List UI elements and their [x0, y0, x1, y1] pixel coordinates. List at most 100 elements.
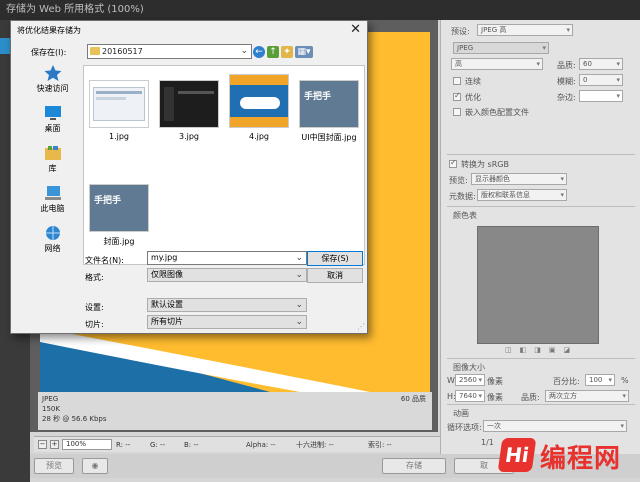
star-icon — [44, 65, 61, 81]
embed-profile-checkbox[interactable] — [453, 108, 461, 116]
loop-label: 循环选项: — [447, 423, 482, 432]
readout-g: G: -- — [150, 441, 166, 449]
readout-hex: 十六进制: -- — [296, 441, 334, 449]
animation-title: 动画 — [453, 409, 469, 418]
globe-icon: ◉ — [91, 461, 99, 470]
place-quick-access[interactable]: 快速访问 — [25, 65, 80, 103]
zoom-in-button[interactable]: + — [50, 440, 59, 449]
format-label: 格式: — [85, 273, 104, 282]
dialog-title: 将优化结果存储为 — [17, 26, 81, 35]
computer-icon — [44, 186, 61, 200]
quality-label: 品质: — [557, 61, 576, 70]
file-list: 1.jpg 3.jpg 4.jpg 手把手 UI中国封面.jpg 手把手 封面.… — [83, 65, 365, 265]
file-item[interactable]: 3.jpg — [156, 80, 222, 141]
places-bar: 快速访问 桌面 库 此电脑 网络 — [25, 65, 80, 261]
metadata-select[interactable]: 版权和联系信息 — [477, 189, 567, 201]
preview-mode-label: 预览: — [449, 176, 468, 185]
file-thumbnail — [89, 80, 149, 128]
color-table-title: 颜色表 — [453, 211, 477, 220]
quality-level-select[interactable]: 高 — [451, 58, 543, 70]
matte-select[interactable] — [579, 90, 623, 102]
loop-select[interactable]: 一次 — [483, 420, 627, 432]
file-thumbnail — [229, 74, 289, 128]
network-icon — [45, 226, 60, 240]
preview-mode-select[interactable]: 显示器颜色 — [471, 173, 567, 185]
file-item[interactable]: 手把手 封面.jpg — [86, 184, 152, 247]
cancel-button[interactable]: 取消 — [307, 268, 363, 283]
info-time: 28 秒 @ 56.6 Kbps — [42, 415, 107, 423]
folder-name: 20160517 — [102, 47, 143, 56]
status-bar: − + 100% R: -- G: -- B: -- Alpha: -- 十六进… — [34, 436, 440, 452]
filename-input[interactable]: my.jpg ⌄ — [147, 251, 307, 265]
window-title: 存储为 Web 所用格式 (100%) — [0, 0, 640, 20]
slices-select[interactable]: 所有切片 ⌄ — [147, 315, 307, 329]
folder-icon — [90, 47, 100, 55]
readout-b: B: -- — [184, 441, 199, 449]
back-icon[interactable]: ← — [253, 46, 265, 58]
quality-input[interactable]: 60 — [579, 58, 623, 70]
file-thumbnail: 手把手 — [89, 184, 149, 232]
place-network[interactable]: 网络 — [25, 225, 80, 263]
up-folder-icon[interactable]: ↑ — [267, 46, 279, 58]
settings-select[interactable]: 默认设置 ⌄ — [147, 298, 307, 312]
chevron-down-icon: ⌄ — [295, 253, 303, 263]
frame-counter: 1/1 — [481, 438, 494, 447]
resample-select[interactable]: 两次立方 — [545, 390, 629, 402]
preset-select[interactable]: JPEG 高 — [477, 24, 573, 36]
file-item[interactable]: 手把手 UI中国封面.jpg — [292, 80, 366, 143]
progressive-checkbox[interactable] — [453, 77, 461, 85]
matte-label: 杂边: — [557, 93, 576, 102]
file-thumbnail: 手把手 — [299, 80, 359, 128]
place-desktop[interactable]: 桌面 — [25, 105, 80, 143]
place-this-pc[interactable]: 此电脑 — [25, 185, 80, 223]
height-unit: 像素 — [487, 393, 503, 402]
folder-select[interactable]: 20160517 ⌄ — [87, 44, 252, 59]
settings-panel: 预设: JPEG 高 JPEG 高 品质: 60 连续 模糊: 0 优化 杂边:… — [440, 20, 640, 454]
resize-grip-icon[interactable]: ⋰ — [357, 322, 365, 331]
place-library[interactable]: 库 — [25, 145, 80, 183]
metadata-label: 元数据: — [449, 192, 476, 201]
info-quality: 60 品质 — [400, 395, 426, 403]
save-button[interactable]: 保存(S) — [307, 251, 363, 266]
library-icon — [44, 146, 61, 160]
width-input[interactable]: 2560 — [455, 374, 485, 386]
percent-unit: % — [621, 376, 629, 385]
format-select[interactable]: 仅限图像 ⌄ — [147, 268, 307, 282]
close-icon[interactable]: ✕ — [350, 22, 361, 37]
preview-button[interactable]: 预览 — [34, 458, 74, 474]
convert-srgb-label: 转换为 sRGB — [461, 160, 509, 169]
filename-label: 文件名(N): — [85, 256, 124, 265]
preset-label: 预设: — [451, 27, 470, 36]
height-input[interactable]: 7640 — [455, 390, 485, 402]
embed-profile-label: 嵌入颜色配置文件 — [465, 108, 529, 117]
readout-r: R: -- — [116, 441, 131, 449]
chevron-down-icon: ⌄ — [240, 46, 248, 56]
chevron-down-icon: ⌄ — [295, 317, 303, 327]
color-table-tools[interactable]: ◫◧◨▣◪ — [505, 346, 578, 354]
new-folder-icon[interactable]: ✦ — [281, 46, 293, 58]
watermark-logo: Hi — [497, 438, 537, 472]
info-format: JPEG — [42, 395, 59, 403]
zoom-select[interactable]: 100% — [62, 439, 112, 450]
store-button[interactable]: 存储 — [382, 458, 446, 474]
readout-alpha: Alpha: -- — [246, 441, 276, 449]
percent-input[interactable]: 100 — [585, 374, 615, 386]
settings-label: 设置: — [85, 303, 104, 312]
width-unit: 像素 — [487, 377, 503, 386]
view-menu-icon[interactable]: ▦▾ — [295, 46, 313, 58]
chevron-down-icon: ⌄ — [295, 270, 303, 280]
optimized-info: JPEG 150K 28 秒 @ 56.6 Kbps 60 品质 — [38, 392, 432, 430]
convert-srgb-checkbox[interactable] — [449, 158, 457, 168]
save-in-label: 保存在(I): — [31, 48, 67, 57]
format-select[interactable]: JPEG — [453, 42, 549, 54]
watermark-text: 编程网 — [540, 444, 622, 474]
file-item[interactable]: 4.jpg — [226, 74, 292, 141]
browser-preview-button[interactable]: ◉ — [82, 458, 108, 474]
optimized-checkbox[interactable] — [453, 91, 461, 101]
file-thumbnail — [159, 80, 219, 128]
zoom-out-button[interactable]: − — [38, 440, 47, 449]
readout-index: 索引: -- — [368, 441, 392, 449]
blur-input[interactable]: 0 — [579, 74, 623, 86]
slices-label: 切片: — [85, 320, 104, 329]
file-item[interactable]: 1.jpg — [86, 80, 152, 141]
